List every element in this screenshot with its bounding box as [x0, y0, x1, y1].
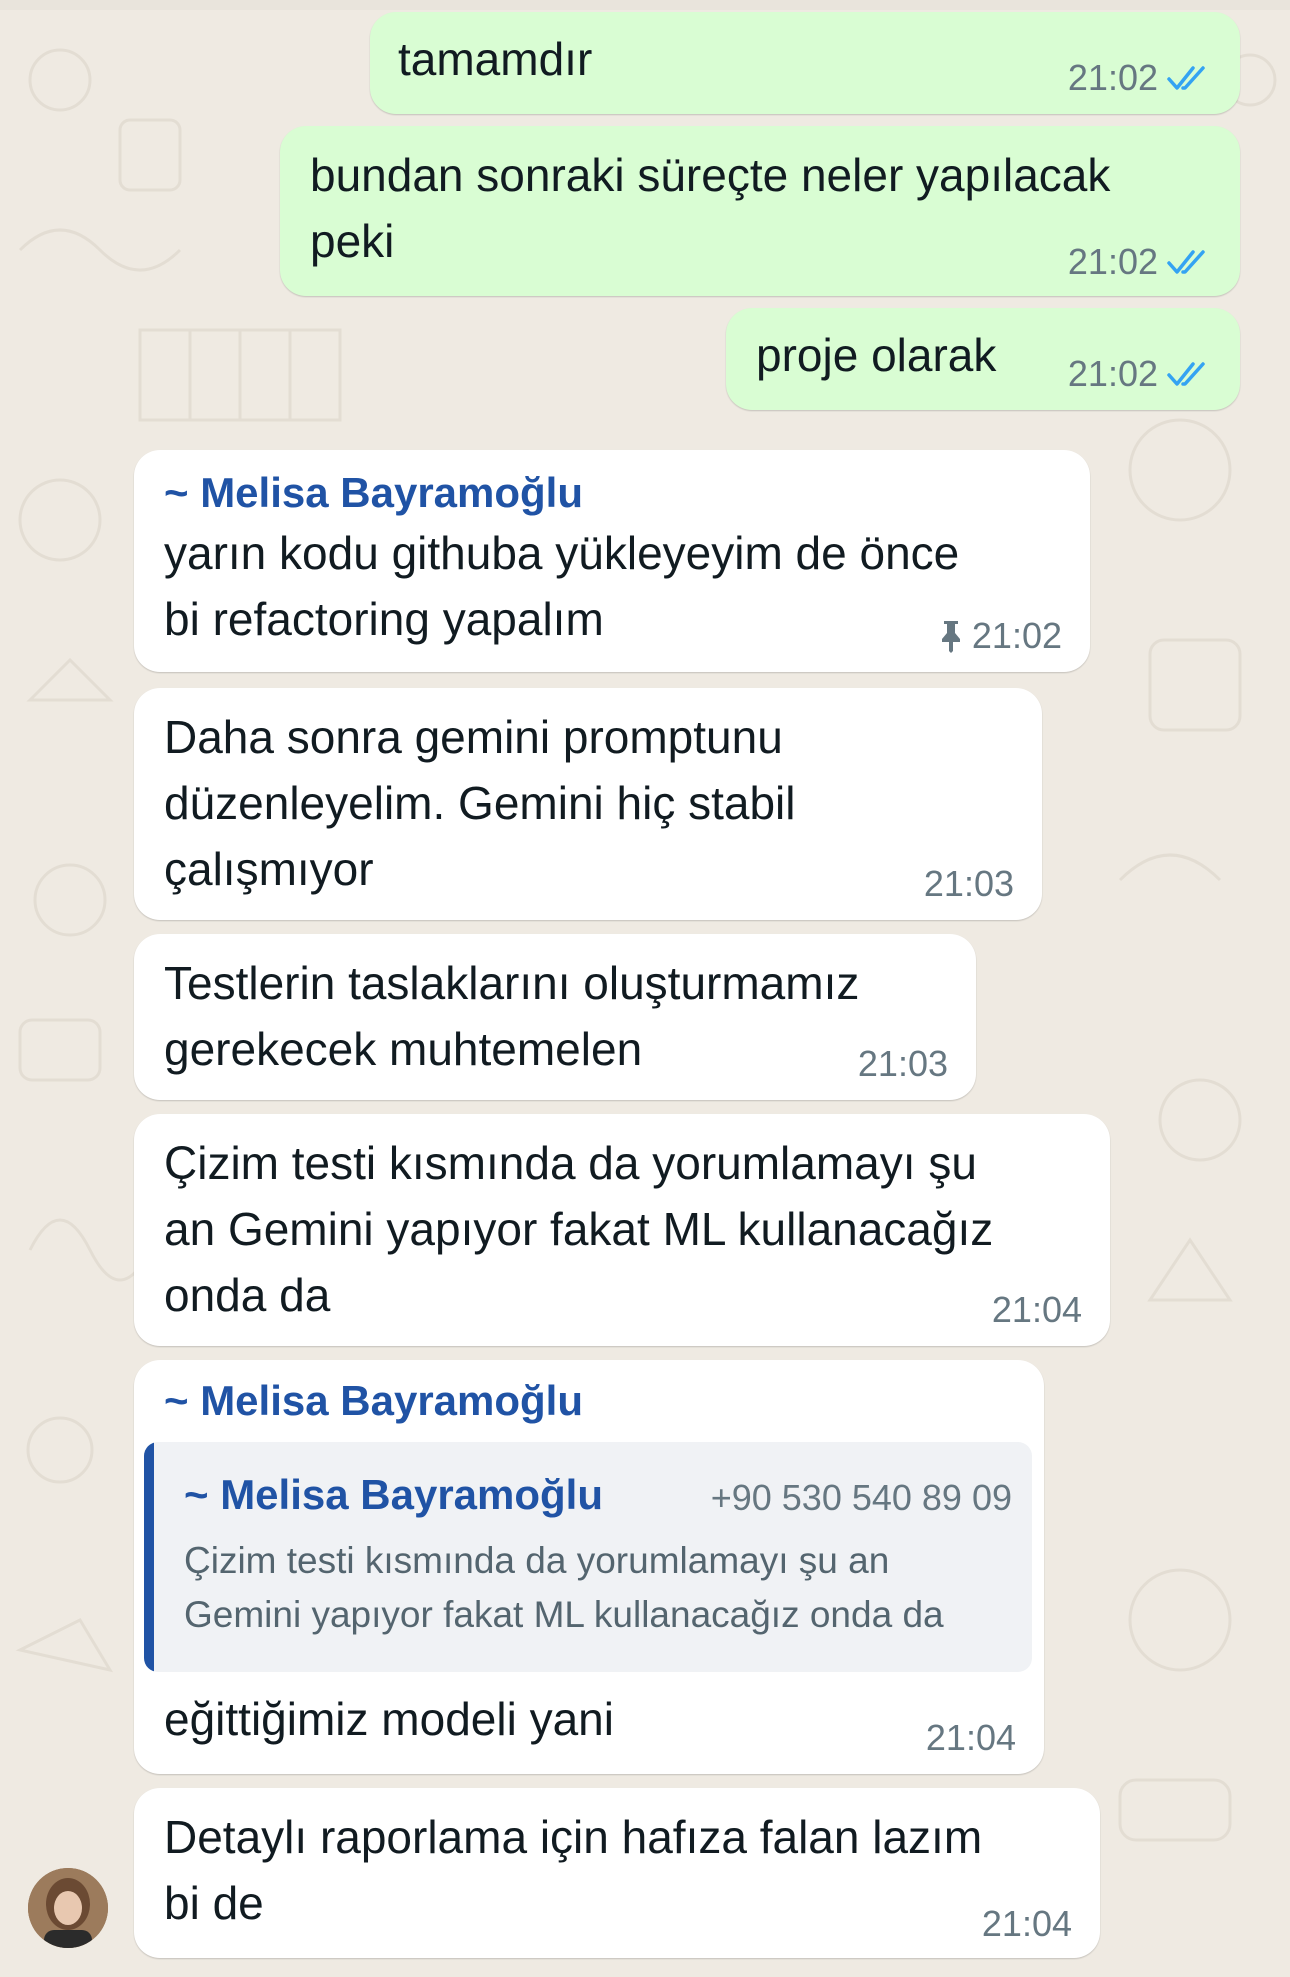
- message-bubble-outgoing[interactable]: bundan sonraki süreçte neler yapılacak p…: [280, 126, 1240, 296]
- message-bubble-incoming[interactable]: ~ Melisa Bayramoğlu yarın kodu githuba y…: [134, 450, 1090, 672]
- message-text-line: gerekecek muhtemelen: [164, 1023, 643, 1075]
- message-time: 21:04: [925, 1717, 1016, 1758]
- message-time: 21:02: [1067, 241, 1158, 282]
- message-meta: 21:04: [926, 1718, 1016, 1758]
- message-bubble-incoming[interactable]: Testlerin taslaklarını oluşturmamız gere…: [134, 934, 976, 1100]
- message-text-line: bi de: [164, 1877, 264, 1929]
- message-text-line: bi refactoring yapalım: [164, 593, 604, 645]
- message-bubble-incoming[interactable]: Çizim testi kısmında da yorumlamayı şu a…: [134, 1114, 1110, 1346]
- sender-name[interactable]: ~ Melisa Bayramoğlu: [164, 468, 583, 518]
- message-text-line: Daha sonra gemini promptunu: [164, 711, 783, 763]
- message-meta: 21:02: [1068, 58, 1212, 98]
- double-check-read-icon: [1167, 250, 1205, 274]
- message-text-line: düzenleyelim. Gemini hiç stabil: [164, 777, 796, 829]
- message-text-line: Testlerin taslaklarını oluşturmamız: [164, 957, 860, 1009]
- message-time: 21:04: [981, 1903, 1072, 1944]
- message-text-line: bundan sonraki süreçte neler yapılacak: [310, 149, 1111, 201]
- message-text-line: Çizim testi kısmında da yorumlamayı şu: [164, 1137, 977, 1189]
- message-meta: 21:02: [938, 616, 1062, 656]
- message-text-line: yarın kodu githuba yükleyeyim de önce: [164, 527, 960, 579]
- message-time: 21:03: [857, 1043, 948, 1084]
- message-meta: 21:03: [858, 1044, 948, 1084]
- message-bubble-incoming[interactable]: Detaylı raporlama için hafıza falan lazı…: [134, 1788, 1100, 1958]
- quoted-message[interactable]: ~ Melisa Bayramoğlu +90 530 540 89 09 Çi…: [144, 1442, 1032, 1672]
- message-bubble-outgoing[interactable]: proje olarak 21:02: [726, 308, 1240, 410]
- quoted-sender-name: ~ Melisa Bayramoğlu: [184, 1471, 603, 1518]
- avatar[interactable]: [28, 1868, 108, 1948]
- top-bar-edge: [0, 0, 1290, 10]
- message-text-line: an Gemini yapıyor fakat ML kullanacağız: [164, 1203, 994, 1255]
- message-meta: 21:03: [924, 864, 1014, 904]
- message-meta: 21:02: [1068, 354, 1212, 394]
- message-time: 21:04: [991, 1289, 1082, 1330]
- sender-name[interactable]: ~ Melisa Bayramoğlu: [164, 1376, 583, 1426]
- message-bubble-incoming-reply[interactable]: ~ Melisa Bayramoğlu ~ Melisa Bayramoğlu …: [134, 1360, 1044, 1774]
- message-bubble-outgoing[interactable]: tamamdır 21:02: [370, 12, 1240, 114]
- message-time: 21:02: [1067, 57, 1158, 98]
- quoted-text-line: Çizim testi kısmında da yorumlamayı şu a…: [184, 1540, 890, 1581]
- quote-accent-bar: [144, 1442, 154, 1672]
- message-meta: 21:04: [992, 1290, 1082, 1330]
- message-text-line: Detaylı raporlama için hafıza falan lazı…: [164, 1811, 983, 1863]
- message-text: eğittiğimiz modeli yani: [164, 1693, 614, 1745]
- pin-icon: [941, 621, 960, 653]
- message-time: 21:02: [971, 615, 1062, 656]
- message-meta: 21:02: [1068, 242, 1212, 282]
- quoted-text-line: Gemini yapıyor fakat ML kullanacağız ond…: [184, 1594, 944, 1635]
- message-time: 21:02: [1067, 353, 1158, 394]
- message-text-line: onda da: [164, 1269, 331, 1321]
- avatar-image: [28, 1868, 108, 1948]
- double-check-read-icon: [1167, 66, 1205, 90]
- message-time: 21:03: [923, 863, 1014, 904]
- quoted-sender-phone: +90 530 540 89 09: [710, 1477, 1012, 1518]
- message-bubble-incoming[interactable]: Daha sonra gemini promptunu düzenleyelim…: [134, 688, 1042, 920]
- message-text-line: çalışmıyor: [164, 843, 374, 895]
- message-meta: 21:04: [982, 1904, 1072, 1944]
- double-check-read-icon: [1167, 362, 1205, 386]
